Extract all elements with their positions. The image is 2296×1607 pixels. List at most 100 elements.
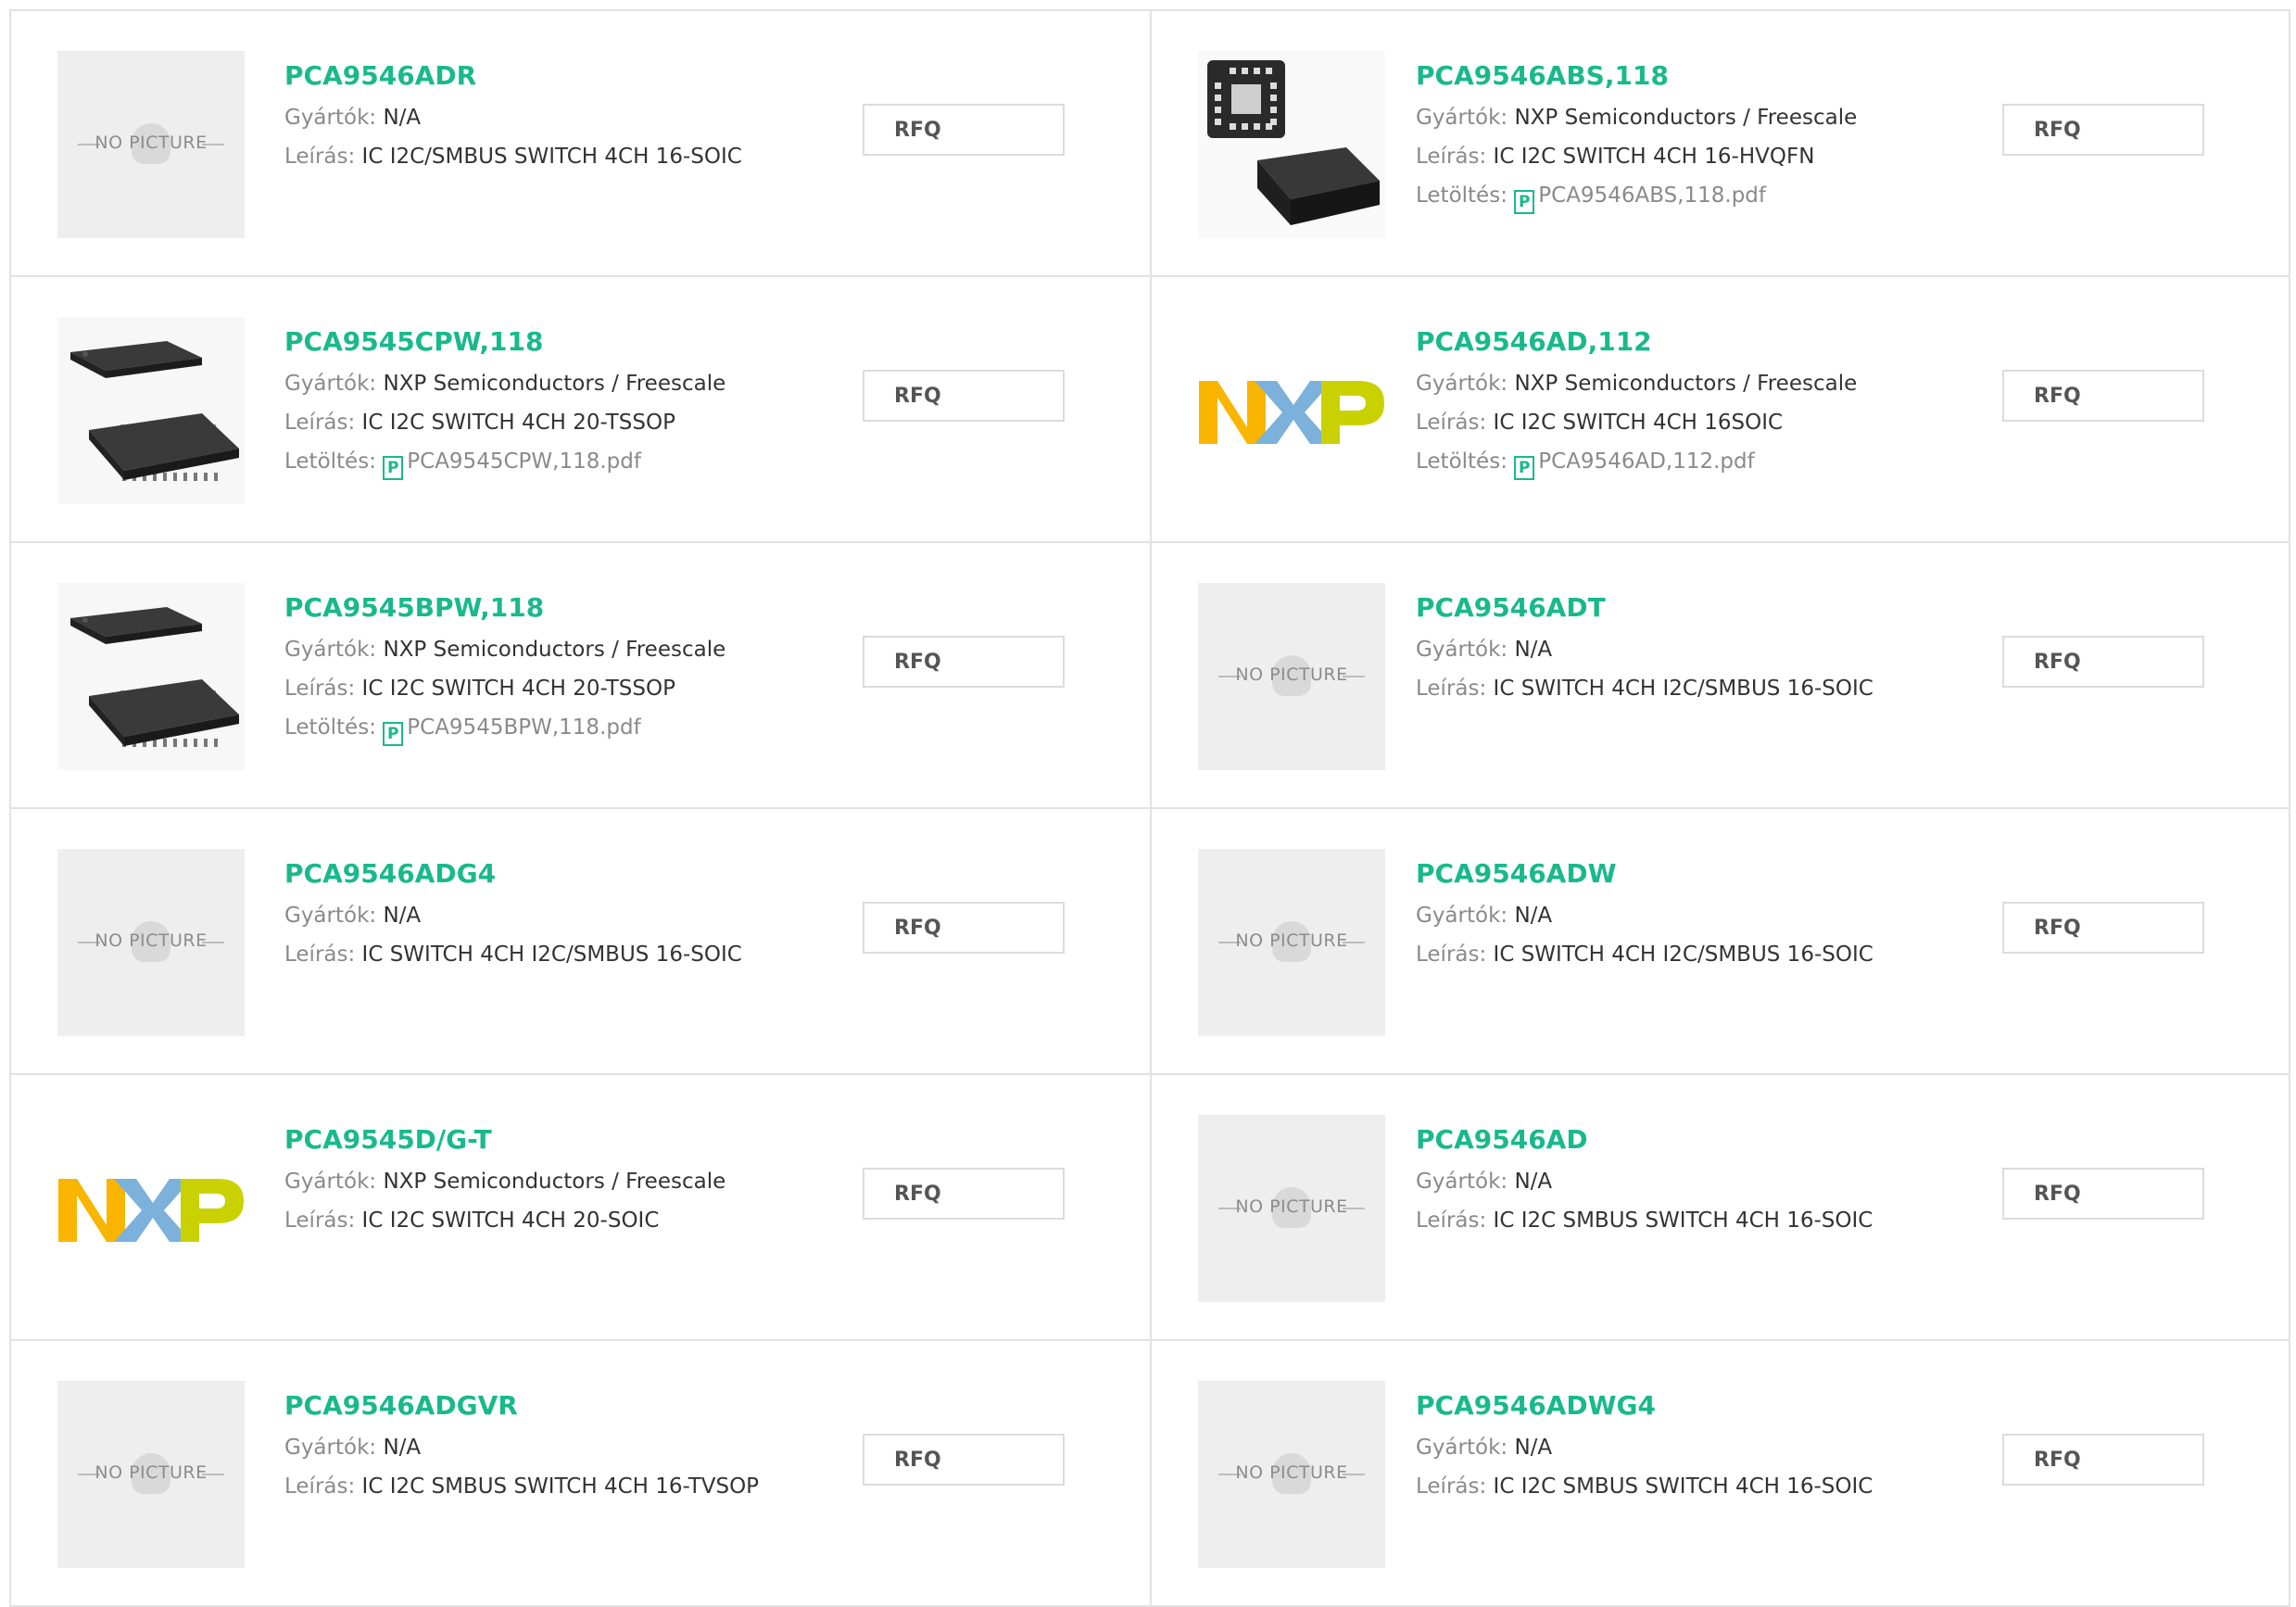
manufacturer-row: Gyártók: N/A [1416,902,1873,930]
part-number-link[interactable]: PCA9546ADGVR [284,1389,759,1423]
pdf-icon: P [1514,190,1535,214]
part-number-link[interactable]: PCA9546ADG4 [284,857,742,891]
part-number-link[interactable]: PCA9546ABS,118 [1416,59,1857,93]
product-card: NO PICTURE PCA9546ADT Gyártók: N/A Leírá… [1152,543,2290,809]
product-info: PCA9546ADT Gyártók: N/A Leírás: IC SWITC… [1416,591,1873,702]
part-number-link[interactable]: PCA9546ADW [1416,857,1873,891]
pdf-icon: P [383,722,404,746]
description-label: Leírás: [284,943,356,967]
product-image[interactable]: NO PICTURE [1198,1381,1385,1568]
description-label: Leírás: [284,145,356,169]
no-picture-text: NO PICTURE [95,930,208,951]
rfq-button[interactable]: RFQ [863,902,1065,954]
manufacturer-value: N/A [383,106,422,130]
manufacturer-row: Gyártók: N/A [1416,1168,1873,1196]
description-row: Leírás: IC I2C SWITCH 4CH 16SOIC [1416,409,1857,437]
description-row: Leírás: IC SWITCH 4CH I2C/SMBUS 16-SOIC [1416,941,1873,968]
product-image[interactable]: NO PICTURE [57,51,245,238]
datasheet-filename: PCA9546ABS,118.pdf [1538,183,1766,208]
product-image[interactable] [1198,51,1385,238]
part-number-link[interactable]: PCA9545CPW,118 [284,325,725,359]
product-image[interactable] [1198,317,1385,504]
product-card: PCA9545CPW,118 Gyártók: NXP Semiconducto… [11,277,1152,543]
rfq-button[interactable]: RFQ [863,1434,1065,1486]
rfq-button[interactable]: RFQ [2002,370,2204,422]
product-info: PCA9546AD Gyártók: N/A Leírás: IC I2C SM… [1416,1123,1873,1234]
manufacturer-row: Gyártók: N/A [284,1434,759,1461]
download-label: Letöltés: [284,449,376,474]
rfq-button[interactable]: RFQ [2002,636,2204,688]
pdf-icon: P [1514,456,1535,480]
description-label: Leírás: [1416,411,1487,435]
description-row: Leírás: IC SWITCH 4CH I2C/SMBUS 16-SOIC [1416,675,1873,702]
description-label: Leírás: [1416,145,1487,169]
product-card: NO PICTURE PCA9546ADW Gyártók: N/A Leírá… [1152,809,2290,1075]
manufacturer-row: Gyártók: NXP Semiconductors / Freescale [284,636,725,664]
manufacturer-label: Gyártók: [284,638,377,662]
rfq-button[interactable]: RFQ [2002,104,2204,156]
datasheet-link[interactable]: P PCA9546AD,112.pdf [1514,449,1755,480]
description-value: IC SWITCH 4CH I2C/SMBUS 16-SOIC [1493,943,1873,967]
manufacturer-label: Gyártók: [1416,1170,1508,1194]
description-row: Leírás: IC I2C SWITCH 4CH 16-HVQFN [1416,143,1857,171]
description-label: Leírás: [1416,677,1487,701]
manufacturer-row: Gyártók: NXP Semiconductors / Freescale [284,1168,725,1196]
manufacturer-row: Gyártók: NXP Semiconductors / Freescale [1416,370,1857,398]
no-picture-text: NO PICTURE [95,1462,208,1483]
product-image[interactable]: NO PICTURE [1198,849,1385,1036]
manufacturer-label: Gyártók: [1416,904,1508,928]
product-info: PCA9546AD,112 Gyártók: NXP Semiconductor… [1416,325,1857,480]
product-image[interactable] [57,1115,245,1302]
rfq-button[interactable]: RFQ [2002,1168,2204,1220]
description-row: Leírás: IC I2C SMBUS SWITCH 4CH 16-SOIC [1416,1473,1873,1500]
datasheet-link[interactable]: P PCA9545BPW,118.pdf [383,715,641,746]
description-value: IC SWITCH 4CH I2C/SMBUS 16-SOIC [361,943,742,967]
nxp-logo-icon [58,1179,244,1242]
product-image[interactable] [57,317,245,504]
manufacturer-value: NXP Semiconductors / Freescale [383,372,726,396]
manufacturer-label: Gyártók: [1416,638,1508,662]
product-image[interactable] [57,583,245,770]
product-image[interactable]: NO PICTURE [57,1381,245,1568]
datasheet-link[interactable]: P PCA9546ABS,118.pdf [1514,183,1766,214]
product-image[interactable]: NO PICTURE [1198,1115,1385,1302]
download-label: Letöltés: [284,715,376,740]
download-label: Letöltés: [1416,183,1508,208]
product-grid: NO PICTURE PCA9546ADR Gyártók: N/A Leírá… [9,9,2290,1607]
manufacturer-value: N/A [1514,1436,1553,1460]
no-picture-placeholder: NO PICTURE [1198,849,1385,1036]
rfq-button[interactable]: RFQ [863,1168,1065,1220]
no-picture-placeholder: NO PICTURE [57,849,245,1036]
part-number-link[interactable]: PCA9545D/G-T [284,1123,725,1157]
datasheet-link[interactable]: P PCA9545CPW,118.pdf [383,449,641,480]
product-info: PCA9545BPW,118 Gyártók: NXP Semiconducto… [284,591,725,746]
rfq-button[interactable]: RFQ [863,636,1065,688]
rfq-button[interactable]: RFQ [863,370,1065,422]
product-card: PCA9545BPW,118 Gyártók: NXP Semiconducto… [11,543,1152,809]
rfq-button[interactable]: RFQ [863,104,1065,156]
product-info: PCA9546ABS,118 Gyártók: NXP Semiconducto… [1416,59,1857,214]
tssop-chip-icon [57,317,245,504]
part-number-link[interactable]: PCA9545BPW,118 [284,591,725,625]
manufacturer-label: Gyártók: [1416,1436,1508,1460]
manufacturer-row: Gyártók: N/A [1416,1434,1873,1461]
qfn-chip-icon [1198,51,1385,238]
manufacturer-row: Gyártók: NXP Semiconductors / Freescale [284,370,725,398]
description-label: Leírás: [1416,943,1487,967]
part-number-link[interactable]: PCA9546ADR [284,59,742,93]
product-image[interactable]: NO PICTURE [1198,583,1385,770]
manufacturer-row: Gyártók: N/A [1416,636,1873,664]
manufacturer-label: Gyártók: [284,904,377,928]
rfq-button[interactable]: RFQ [2002,902,2204,954]
part-number-link[interactable]: PCA9546ADWG4 [1416,1389,1873,1423]
description-label: Leírás: [1416,1208,1487,1233]
description-row: Leírás: IC I2C SWITCH 4CH 20-TSSOP [284,675,725,702]
description-label: Leírás: [284,411,356,435]
rfq-button[interactable]: RFQ [2002,1434,2204,1486]
product-info: PCA9546ADG4 Gyártók: N/A Leírás: IC SWIT… [284,857,742,968]
part-number-link[interactable]: PCA9546AD [1416,1123,1873,1157]
part-number-link[interactable]: PCA9546AD,112 [1416,325,1857,359]
product-image[interactable]: NO PICTURE [57,849,245,1036]
description-value: IC I2C SWITCH 4CH 20-TSSOP [361,677,675,701]
part-number-link[interactable]: PCA9546ADT [1416,591,1873,625]
